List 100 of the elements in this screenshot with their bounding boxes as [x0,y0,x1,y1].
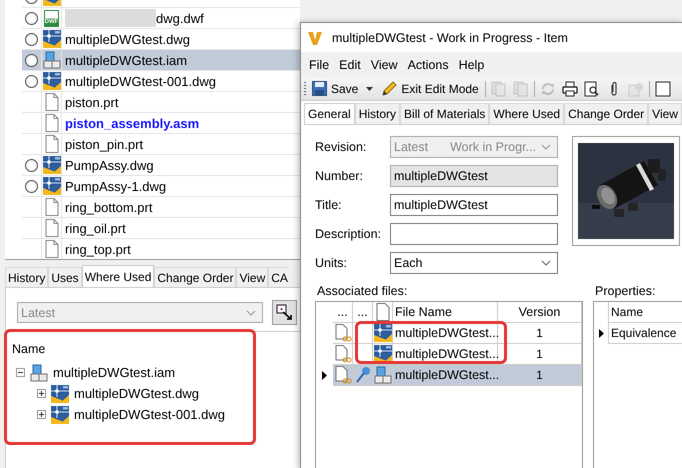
file-name: PumpAssy.dwg [65,158,154,172]
drawing-file-icon [51,406,69,424]
document-icon [376,303,390,321]
expand-icon[interactable] [598,329,604,338]
assembly-icon [42,51,60,69]
field-label: Number: [315,169,364,183]
tab[interactable]: Where Used [489,103,564,124]
file-name: PumpAssy-1.dwg [65,178,166,194]
column-header[interactable]: ... [333,302,353,323]
section-label: Properties: [594,284,656,300]
radio-button[interactable] [25,32,38,46]
file-row[interactable]: piston_assembly.asm [22,113,300,134]
tab[interactable]: Change Order [154,267,236,287]
assembly-icon [374,366,392,384]
file-name: multipleDWGtest.iam [65,52,188,68]
linked-document-icon [334,345,352,363]
field-label: Revision: [315,140,368,154]
tab[interactable]: Bill of Materials [400,103,490,124]
save-button[interactable]: Save [310,81,360,96]
file-row[interactable]: piston.prt [22,92,300,113]
menu-item[interactable]: Help [454,58,490,72]
radio-button[interactable] [25,12,38,24]
radio-button[interactable] [25,180,38,192]
drawing-file-icon [374,324,392,342]
file-row[interactable]: multipleDWGtest-001.dwg [22,71,300,92]
table-cell[interactable]: multipleDWGtest... [393,323,498,344]
menu-item[interactable]: Actions [402,58,454,72]
file-row[interactable]: ring_oil.prt [22,218,300,239]
column-header[interactable]: Name [608,302,682,323]
radio-button[interactable] [25,74,38,88]
input-field[interactable]: multipleDWGtest [390,194,558,216]
menu-item[interactable]: File [304,58,334,72]
tab[interactable]: History [354,103,400,124]
field-label: Description: [315,227,382,241]
preview-icon[interactable] [582,80,601,96]
tree-item[interactable]: multipleDWGtest.dwg [74,386,199,401]
tab[interactable]: General [304,103,355,124]
exit-edit-mode-button[interactable]: Exit Edit Mode [379,80,481,96]
radio-button[interactable] [25,54,38,66]
tab[interactable]: View [236,267,268,287]
document-icon [42,219,60,237]
current-row-icon [322,371,327,380]
file-row[interactable]: ring_top.prt [22,239,300,259]
input-field[interactable]: multipleDWGtest [390,165,558,187]
menu-item[interactable]: Edit [334,58,366,72]
file-name: piston.prt [65,94,118,110]
file-row[interactable]: piston_pin.prt [22,134,300,155]
window-title: multipleDWGtest - Work in Progress - Item [332,30,568,44]
drawing-file-icon [42,177,60,195]
column-header[interactable]: ... [353,302,373,323]
file-name: ring_bottom.prt [65,200,152,214]
table-cell: 1 [498,323,582,344]
file-row[interactable]: ring_bottom.prt [22,197,300,218]
file-name: ring_top.prt [65,242,131,256]
table-cell[interactable]: multipleDWGtest... [393,365,498,386]
menu-item[interactable]: View [366,58,403,72]
assembly-icon [30,364,48,382]
tab[interactable]: Change Order [564,103,648,124]
tree-item[interactable]: multipleDWGtest-001.dwg [74,407,225,422]
file-row[interactable]: multipleDWGtest.iam [22,50,300,71]
document-icon [42,198,60,216]
table-cell: Equivalence [608,323,682,344]
chevron-icon [541,144,551,150]
file-name: multipleDWGtest.dwg [65,32,190,46]
printer-icon[interactable] [560,80,579,96]
tab[interactable]: View [648,103,682,124]
tab[interactable]: CA [268,267,288,287]
radio-button[interactable] [25,158,38,172]
document-icon [42,114,60,132]
arrow-icon [276,304,294,322]
column-header[interactable]: Version [498,302,582,323]
expand-icon[interactable] [37,410,46,419]
navigate-button[interactable] [272,300,297,325]
chevron-icon [541,260,551,266]
file-name: dwg.dwf [156,10,204,26]
tab[interactable]: Uses [48,267,82,287]
tab[interactable]: History [5,267,48,287]
field-label: Title: [315,198,343,212]
tree-item[interactable]: multipleDWGtest.iam [53,365,176,380]
units-dropdown[interactable]: Each [390,252,558,274]
drawing-file-icon [42,30,60,48]
column-header: Name [12,342,46,358]
linked-document-icon [334,366,352,384]
input-field[interactable] [390,223,558,245]
expand-icon[interactable] [37,389,46,398]
column-header[interactable]: File Name [393,302,498,323]
linked-document-icon [334,324,352,342]
file-name: ring_oil.prt [65,220,126,236]
drawing-file-icon [51,384,69,402]
drawing-file-icon [42,156,60,174]
document-icon [42,93,60,111]
file-row[interactable]: PumpAssy-1.dwg [22,176,300,197]
chevron-icon [246,310,256,316]
caret-icon[interactable] [366,86,374,90]
file-name: piston_pin.prt [65,136,144,152]
file-row[interactable]: PumpAssy.dwg [22,155,300,176]
tab[interactable]: Where Used [82,265,154,287]
collapse-icon[interactable] [16,368,25,377]
field-label: Units: [315,256,348,270]
section-label: Associated files: [316,284,408,300]
